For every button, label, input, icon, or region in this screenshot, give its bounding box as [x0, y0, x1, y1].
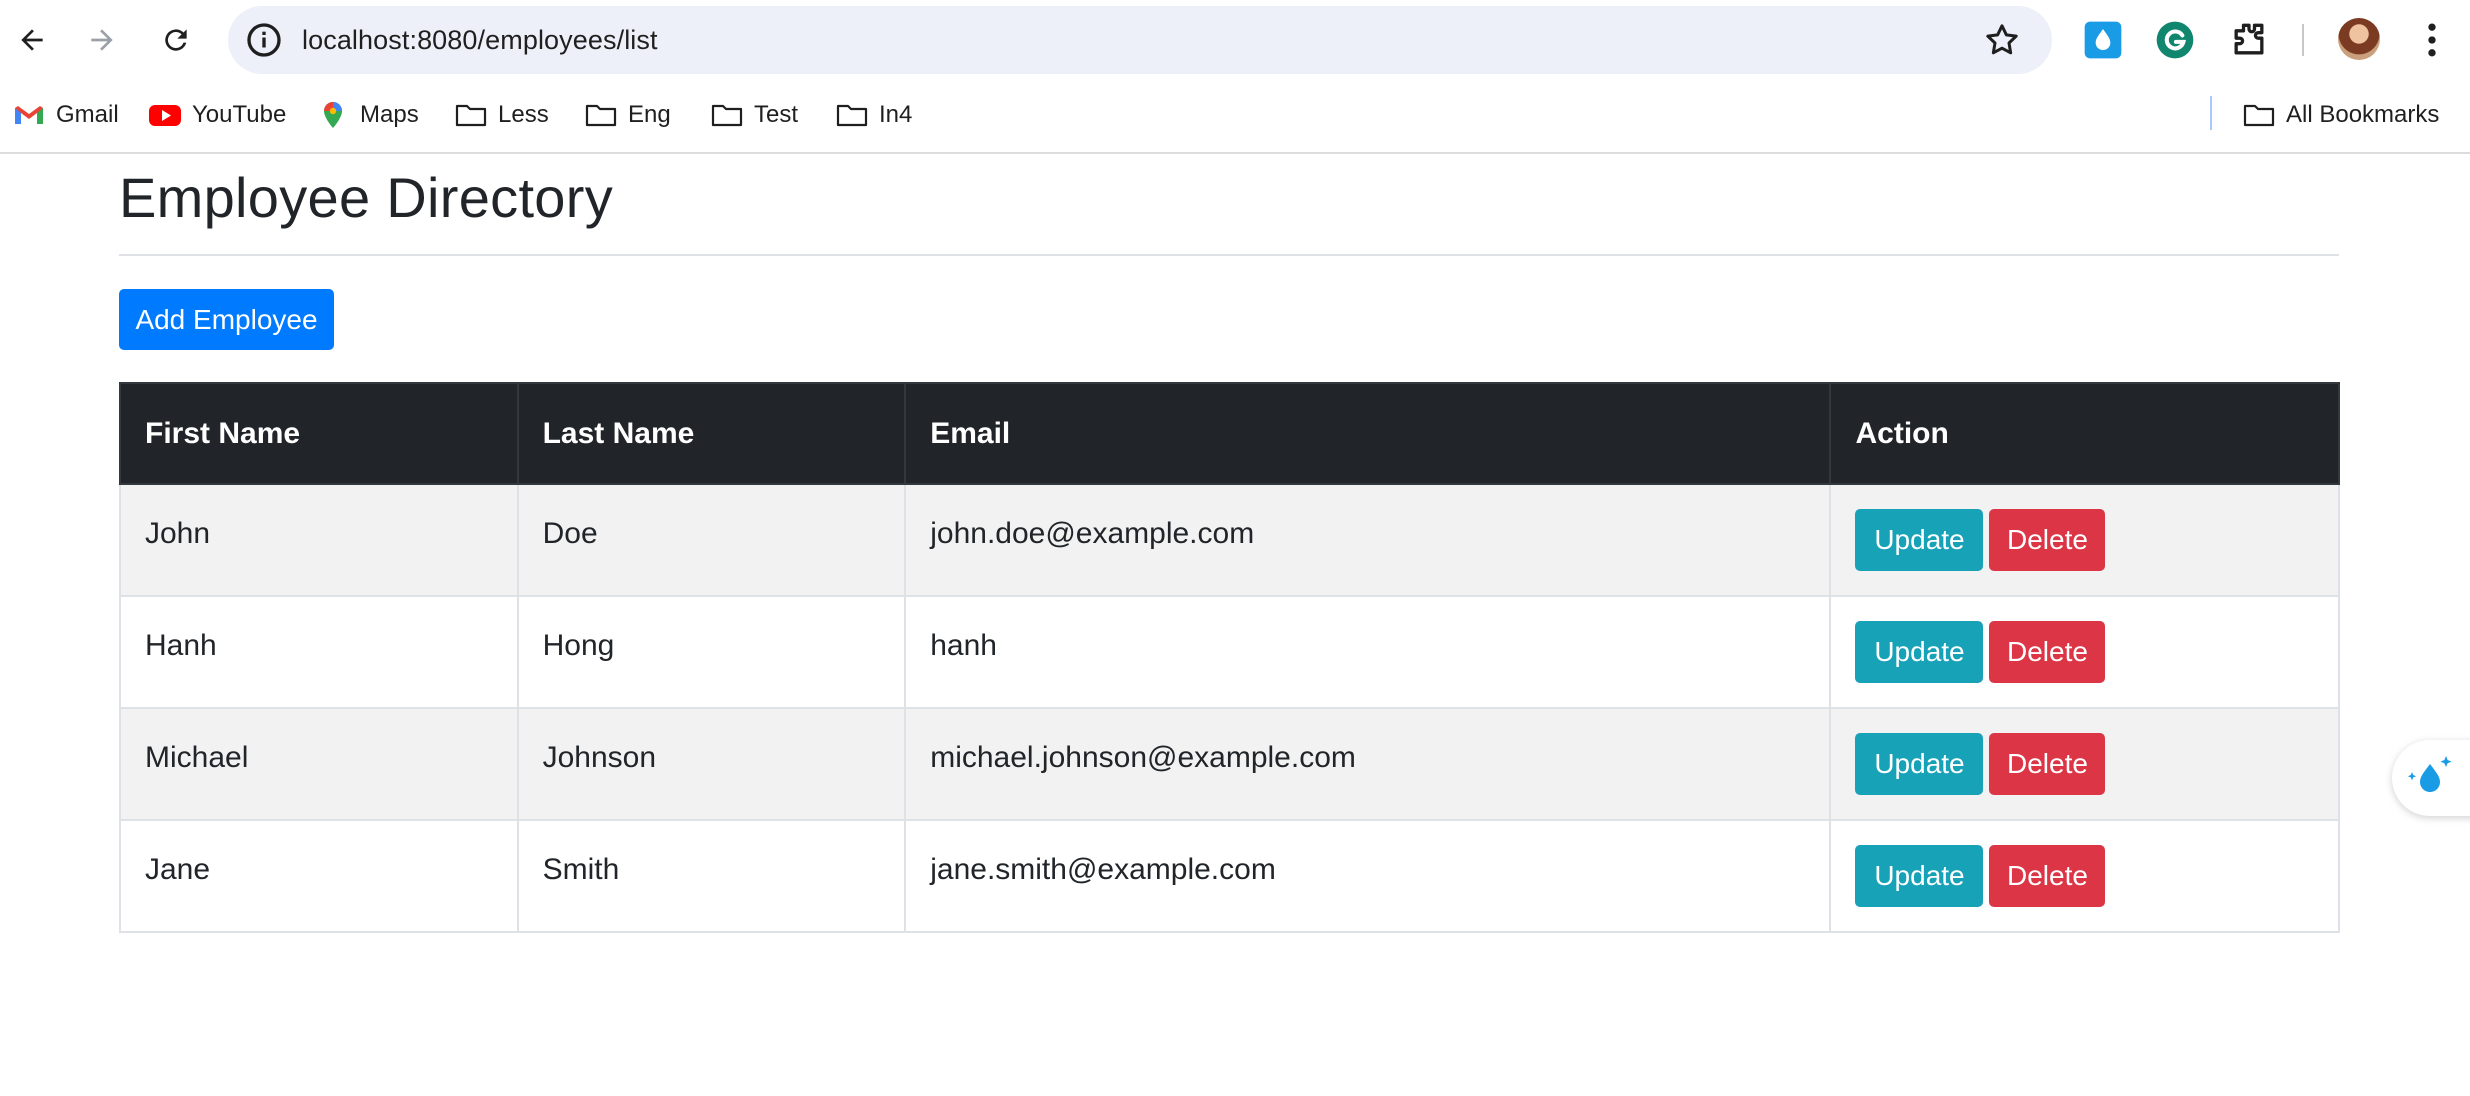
delete-button[interactable]: Delete	[1989, 621, 2106, 683]
cell-action: Update Delete	[1829, 595, 2340, 709]
bookmark-folder-in4[interactable]: In4	[835, 80, 912, 150]
bookmark-label: Eng	[628, 101, 671, 128]
cell-action: Update Delete	[1829, 483, 2340, 597]
last-name-text: Doe	[542, 517, 598, 550]
page-content: Employee Directory Add Employee First Na…	[0, 156, 2470, 1096]
folder-icon	[585, 104, 617, 127]
cell-email: jane.smith@example.com	[904, 819, 1832, 933]
delete-button[interactable]: Delete	[1989, 509, 2106, 571]
cell-first-name: Jane	[119, 819, 519, 933]
cell-last-name: Doe	[516, 483, 907, 597]
cell-last-name: Johnson	[516, 707, 907, 821]
folder-icon	[711, 104, 743, 127]
table-row: John Doe john.doe@example.com Update Dele…	[119, 483, 2340, 597]
reload-icon	[165, 29, 187, 51]
back-button[interactable]	[8, 16, 56, 64]
first-name-text: Michael	[145, 741, 249, 774]
browser-toolbar: localhost:8080/employees/list	[0, 0, 2470, 80]
first-name-text: John	[145, 517, 211, 550]
bookmark-label: In4	[879, 101, 913, 128]
extensions-puzzle-icon[interactable]	[2227, 18, 2271, 62]
bookmark-label: Gmail	[56, 101, 119, 128]
header-action: Action	[1829, 382, 2340, 485]
delete-button[interactable]: Delete	[1989, 733, 2106, 795]
cell-email: john.doe@example.com	[904, 483, 1832, 597]
last-name-text: Hong	[542, 629, 615, 662]
header-first-name: First Name	[119, 382, 519, 485]
email-text: jane.smith@example.com	[930, 853, 1276, 886]
youtube-icon	[149, 105, 181, 126]
gmail-icon	[15, 106, 43, 124]
all-bookmarks-button[interactable]: All Bookmarks	[2242, 80, 2439, 150]
update-button[interactable]: Update	[1855, 733, 1984, 795]
arrow-left-icon	[21, 29, 43, 51]
bookmarks-separator	[2210, 96, 2212, 130]
table-row: Jane Smith jane.smith@example.com Update…	[119, 819, 2340, 933]
header-email: Email	[904, 382, 1832, 485]
bookmark-gmail[interactable]: Gmail	[12, 80, 119, 150]
title-divider	[119, 254, 2339, 256]
floating-extension-widget[interactable]	[2392, 740, 2470, 816]
bookmark-label: Less	[498, 101, 549, 128]
grammarly-extension-icon[interactable]	[2153, 18, 2197, 62]
cell-first-name: John	[119, 483, 519, 597]
table-row: Michael Johnson michael.johnson@example.…	[119, 707, 2340, 821]
cell-first-name: Michael	[119, 707, 519, 821]
cell-last-name: Smith	[516, 819, 907, 933]
profile-avatar[interactable]	[2338, 18, 2380, 60]
update-button[interactable]: Update	[1855, 845, 1984, 907]
bookmark-label: Test	[754, 101, 799, 128]
folder-icon	[455, 104, 487, 127]
toolbar-divider	[2302, 24, 2304, 56]
maps-icon	[324, 102, 342, 128]
first-name-text: Jane	[145, 853, 211, 886]
arrow-right-icon	[91, 29, 113, 51]
site-info-icon[interactable]	[244, 20, 284, 60]
bookmark-star-icon[interactable]	[1982, 20, 2022, 60]
delete-button[interactable]: Delete	[1989, 845, 2106, 907]
cell-email: hanh	[904, 595, 1832, 709]
header-last-name: Last Name	[516, 382, 907, 485]
last-name-text: Johnson	[542, 741, 657, 774]
update-button[interactable]: Update	[1855, 509, 1984, 571]
water-drop-sparkle-icon	[2407, 756, 2452, 792]
bookmark-folder-test[interactable]: Test	[710, 80, 798, 150]
cell-last-name: Hong	[516, 595, 907, 709]
cell-action: Update Delete	[1829, 819, 2340, 933]
water-drop-extension-icon[interactable]	[2081, 18, 2125, 62]
bookmark-label: YouTube	[192, 101, 287, 128]
email-text: hanh	[930, 629, 997, 662]
folder-icon	[836, 104, 868, 127]
first-name-text: Hanh	[145, 629, 217, 662]
reload-button[interactable]	[152, 16, 200, 64]
cell-action: Update Delete	[1829, 707, 2340, 821]
bookmarks-bar: Gmail YouTube Maps Less Eng Test In4 All…	[0, 80, 2470, 154]
add-employee-button[interactable]: Add Employee	[119, 289, 334, 350]
cell-email: michael.johnson@example.com	[904, 707, 1832, 821]
table-header-row: First Name Last Name Email Action	[119, 382, 2340, 485]
forward-button[interactable]	[78, 16, 126, 64]
bookmark-youtube[interactable]: YouTube	[148, 80, 286, 150]
bookmark-label: Maps	[360, 101, 419, 128]
table-row: Hanh Hong hanh Update Delete	[119, 595, 2340, 709]
all-bookmarks-label: All Bookmarks	[2286, 101, 2440, 128]
bookmark-folder-less[interactable]: Less	[454, 80, 549, 150]
bookmark-folder-eng[interactable]: Eng	[584, 80, 671, 150]
page-title: Employee Directory	[119, 166, 614, 229]
bookmark-maps[interactable]: Maps	[316, 80, 419, 150]
email-text: john.doe@example.com	[930, 517, 1255, 550]
url-text[interactable]: localhost:8080/employees/list	[302, 6, 658, 74]
cell-first-name: Hanh	[119, 595, 519, 709]
more-menu-icon[interactable]	[2410, 18, 2454, 62]
update-button[interactable]: Update	[1855, 621, 1984, 683]
address-bar[interactable]: localhost:8080/employees/list	[228, 6, 2052, 74]
employee-table: First Name Last Name Email Action John D…	[119, 382, 2340, 933]
email-text: michael.johnson@example.com	[930, 741, 1356, 774]
folder-icon	[2243, 104, 2275, 127]
last-name-text: Smith	[542, 853, 620, 886]
